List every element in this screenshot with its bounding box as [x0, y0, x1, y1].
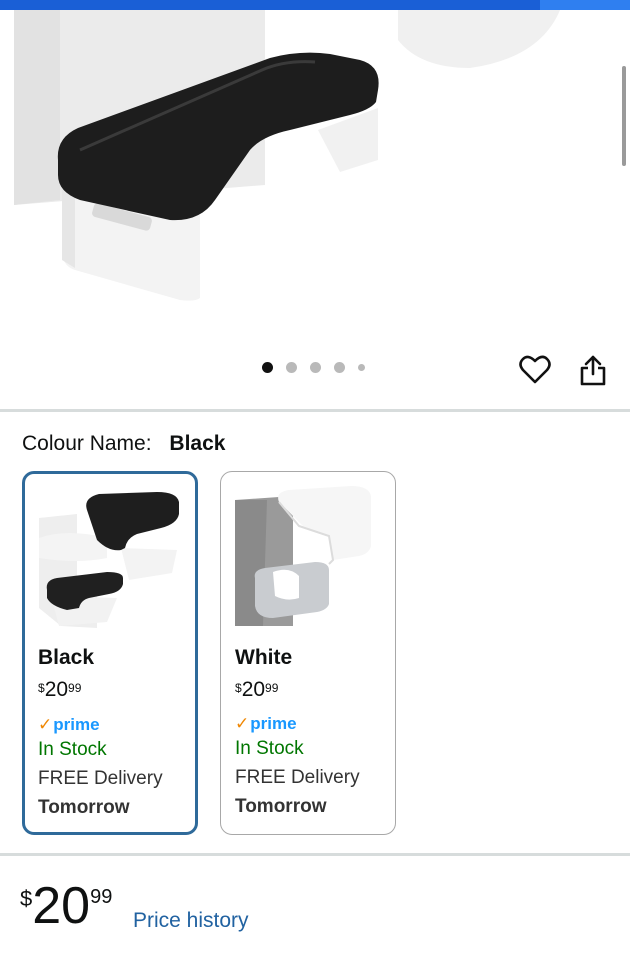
prime-check-icon: ✓	[38, 715, 53, 734]
colour-name-row: Colour Name: Black	[22, 432, 225, 456]
wishlist-button[interactable]	[515, 350, 555, 390]
prime-check-icon: ✓	[235, 714, 250, 733]
stock-status: In Stock	[235, 738, 304, 759]
delivery-date: Tomorrow	[38, 797, 130, 818]
carousel-dot[interactable]	[358, 364, 365, 371]
carousel-dot[interactable]	[286, 362, 297, 373]
section-divider	[0, 409, 630, 412]
delivery-text: FREE Delivery	[38, 768, 163, 789]
product-image-carousel[interactable]	[0, 10, 630, 410]
image-scroll-indicator	[622, 66, 626, 166]
variant-name: Black	[38, 646, 95, 669]
heart-icon	[519, 355, 551, 384]
share-icon	[580, 355, 606, 386]
price-history-link[interactable]: Price history	[133, 909, 249, 933]
top-accent-bar	[0, 0, 630, 10]
price-fraction: 99	[90, 886, 113, 908]
carousel-dot[interactable]	[310, 362, 321, 373]
price-whole: 20	[32, 877, 91, 935]
section-divider	[0, 853, 630, 856]
share-button[interactable]	[573, 350, 613, 390]
delivery-text: FREE Delivery	[235, 767, 360, 788]
stock-status: In Stock	[38, 739, 107, 760]
variant-swatch-white[interactable]: White $2099 ✓ prime In Stock FREE Delive…	[220, 471, 396, 835]
variant-price: $2099	[38, 678, 82, 701]
product-price: $ 20 99	[20, 880, 112, 932]
variant-price: $2099	[235, 678, 279, 701]
colour-name-label: Colour Name:	[22, 432, 152, 455]
variant-swatch-black[interactable]: Black $2099 ✓ prime In Stock FREE Delive…	[22, 471, 198, 835]
colour-name-value: Black	[169, 432, 226, 455]
delivery-date: Tomorrow	[235, 796, 327, 817]
carousel-dot[interactable]	[262, 362, 273, 373]
variant-name: White	[235, 646, 293, 669]
carousel-dot[interactable]	[334, 362, 345, 373]
prime-badge: ✓ prime	[235, 714, 297, 733]
prime-badge: ✓ prime	[38, 715, 100, 734]
variant-thumbnail-white	[233, 486, 381, 634]
price-currency: $	[20, 886, 33, 911]
carousel-dots	[262, 362, 365, 373]
variant-thumbnail-black	[37, 488, 185, 636]
